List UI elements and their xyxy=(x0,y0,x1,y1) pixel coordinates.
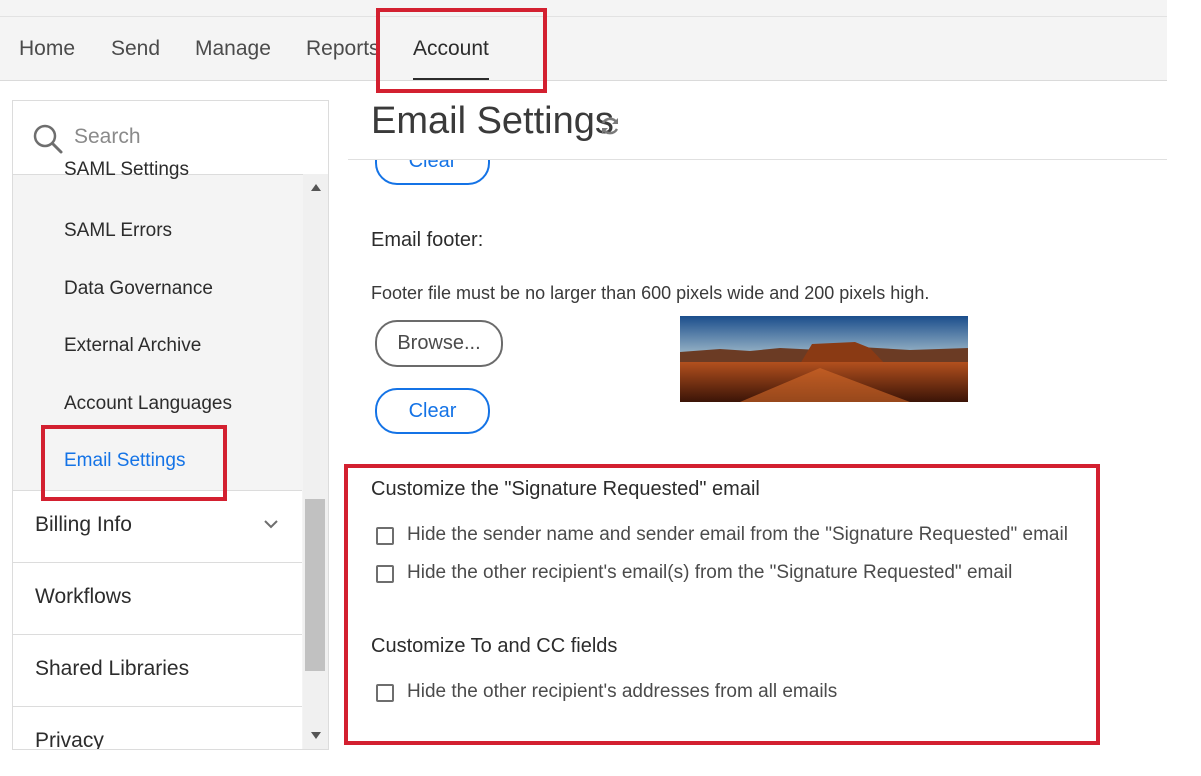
scroll-up-arrow-icon[interactable] xyxy=(311,184,321,191)
email-footer-label: Email footer: xyxy=(371,229,484,251)
sidebar-item-external-archive[interactable]: External Archive xyxy=(64,335,201,357)
sidebar-section-shared-libraries[interactable]: Shared Libraries xyxy=(13,634,302,706)
footer-image-preview xyxy=(680,316,968,402)
sidebar-scrollbar[interactable] xyxy=(303,174,328,749)
sidebar-section-label: Privacy xyxy=(35,729,104,750)
chevron-down-icon[interactable] xyxy=(263,516,279,532)
highlight-email-options xyxy=(344,464,1100,745)
clear-button-top[interactable]: Clear xyxy=(375,160,490,185)
sidebar-section-privacy[interactable]: Privacy xyxy=(13,706,302,750)
nav-send[interactable]: Send xyxy=(111,37,160,61)
refresh-icon[interactable] xyxy=(598,114,622,138)
highlight-email-settings xyxy=(41,425,227,501)
window-top-strip xyxy=(0,0,1167,17)
sidebar-item-data-governance[interactable]: Data Governance xyxy=(64,278,213,300)
scroll-down-arrow-icon[interactable] xyxy=(311,732,321,739)
nav-home[interactable]: Home xyxy=(19,37,75,61)
search-icon xyxy=(33,124,63,154)
nav-manage[interactable]: Manage xyxy=(195,37,271,61)
sidebar-section-label: Billing Info xyxy=(35,513,132,536)
sidebar-section-workflows[interactable]: Workflows xyxy=(13,562,302,634)
footer-size-hint: Footer file must be no larger than 600 p… xyxy=(371,283,930,303)
scrollbar-thumb[interactable] xyxy=(305,499,325,671)
search-placeholder[interactable]: Search xyxy=(74,125,141,149)
sidebar-item-account-languages[interactable]: Account Languages xyxy=(64,393,232,415)
top-nav: Home Send Manage Reports Account xyxy=(0,17,1167,81)
sidebar-section-label: Shared Libraries xyxy=(35,657,190,680)
clear-footer-button[interactable]: Clear xyxy=(375,388,490,434)
nav-reports[interactable]: Reports xyxy=(306,37,380,61)
sidebar-section-label: Workflows xyxy=(35,585,132,608)
sidebar-item-saml-errors[interactable]: SAML Errors xyxy=(64,220,172,242)
page-title: Email Settings xyxy=(371,100,614,142)
sidebar-item-saml-settings[interactable]: SAML Settings xyxy=(64,159,189,181)
browse-button[interactable]: Browse... xyxy=(375,320,503,367)
highlight-account-tab xyxy=(376,8,547,93)
scrolled-content-top: Clear xyxy=(348,160,1167,200)
